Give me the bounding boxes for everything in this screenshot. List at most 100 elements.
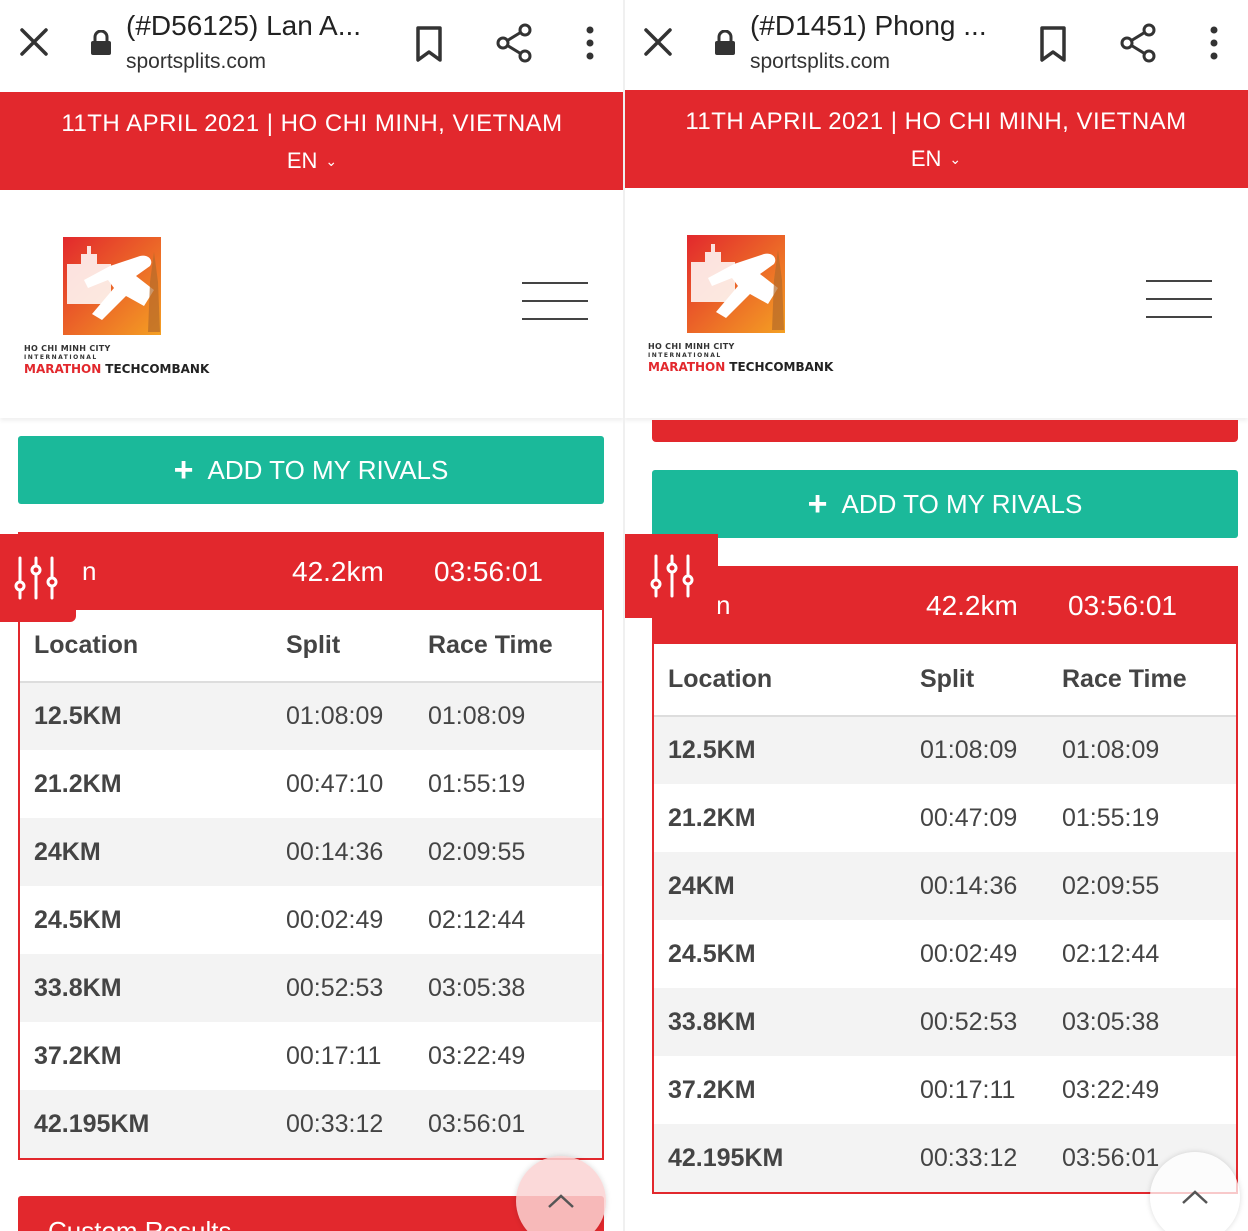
cell-split: 00:47:09 — [920, 803, 1018, 832]
cell-split: 00:02:49 — [286, 905, 384, 934]
runner-name-fragment: n — [82, 556, 97, 586]
lock-icon — [715, 30, 735, 55]
red-strip — [652, 420, 1238, 442]
table-row: 33.8KM 00:52:53 03:05:38 — [654, 988, 1236, 1056]
header-race-time[interactable]: Race Time — [428, 610, 602, 683]
splits-summary: n 42.2km 03:56:01 — [654, 568, 1236, 644]
tab-title: (#D1451) Phong ... — [750, 10, 987, 41]
runner-name-fragment: n — [716, 590, 731, 620]
cell-location: 21.2KM — [34, 769, 122, 798]
cell-split: 00:47:10 — [286, 769, 384, 798]
add-to-rivals-label: ADD TO MY RIVALS — [841, 489, 1083, 519]
chevron-up-icon — [1182, 1190, 1208, 1204]
cell-location: 24.5KM — [34, 905, 122, 934]
cell-split: 01:08:09 — [286, 682, 428, 750]
cell-location: 24.5KM — [668, 939, 756, 968]
cell-location: 24KM — [20, 818, 286, 886]
language-selector[interactable]: EN ⌄ — [0, 148, 624, 174]
race-distance: 42.2km — [926, 590, 1018, 621]
cell-location: 33.8KM — [654, 988, 920, 1056]
cell-location: 33.8KM — [20, 954, 286, 1022]
cell-race-time: 02:09:55 — [428, 818, 602, 886]
splits-table: Location Split Race Time 12.5KM 01:08:09 0… — [20, 610, 602, 1158]
browser-toolbar: (#D1451) Phong ... sportsplits.com — [624, 0, 1248, 92]
more-vert-icon[interactable] — [576, 24, 604, 62]
more-vert-icon[interactable] — [1200, 24, 1228, 62]
splits-summary: n 42.2km 03:56:01 — [20, 534, 602, 610]
site-header: HO CHI MINH CITY INTERNATIONAL MARATHON T… — [0, 190, 624, 418]
share-icon[interactable] — [494, 22, 534, 64]
cell-race-time: 02:09:55 — [1062, 852, 1236, 920]
bookmark-icon[interactable] — [412, 24, 446, 64]
cell-split: 00:17:11 — [286, 1041, 382, 1070]
logo-sponsor: TECHCOMBANK — [729, 360, 834, 374]
site-header: HO CHI MINH CITY INTERNATIONAL MARATHON T… — [624, 188, 1248, 418]
cell-location: 21.2KM — [668, 803, 756, 832]
event-date-location: 11TH APRIL 2021 | HO CHI MINH, VIETNAM — [61, 110, 563, 137]
cell-location: 42.195KM — [20, 1090, 286, 1158]
screenshot-left: (#D56125) Lan A... sportsplits.com 11TH … — [0, 0, 624, 1231]
table-row: 12.5KM 01:08:09 01:08:09 — [654, 716, 1236, 784]
bookmark-icon[interactable] — [1036, 24, 1070, 64]
language-label: EN — [286, 148, 318, 173]
url-text[interactable]: sportsplits.com — [750, 50, 890, 74]
cell-split: 00:33:12 — [286, 1090, 428, 1158]
logo-line-1: HO CHI MINH CITY — [24, 344, 111, 353]
chevron-down-icon: ⌄ — [325, 153, 338, 169]
table-header-row: Location Split Race Time — [20, 610, 602, 683]
url-text[interactable]: sportsplits.com — [126, 50, 266, 74]
table-row: 24KM 00:14:36 02:09:55 — [20, 818, 602, 886]
table-row: 21.2KM 00:47:09 01:55:19 — [654, 784, 1236, 852]
close-icon[interactable] — [638, 22, 678, 62]
plus-icon: + — [807, 485, 828, 523]
event-banner: 11TH APRIL 2021 | HO CHI MINH, VIETNAM E… — [0, 92, 624, 190]
race-distance: 42.2km — [292, 556, 384, 587]
logo-wordmark: HO CHI MINH CITY INTERNATIONAL MARATHON T… — [648, 342, 833, 374]
event-date-location: 11TH APRIL 2021 | HO CHI MINH, VIETNAM — [685, 108, 1187, 135]
table-row: 12.5KM 01:08:09 01:08:09 — [20, 682, 602, 750]
table-row: 37.2KM 00:17:11 03:22:49 — [654, 1056, 1236, 1124]
share-icon[interactable] — [1118, 22, 1158, 64]
add-to-rivals-button[interactable]: + ADD TO MY RIVALS — [18, 436, 604, 504]
header-split[interactable]: Split — [920, 644, 1062, 717]
cell-race-time: 03:22:49 — [428, 1041, 526, 1070]
logo-marathon: MARATHON — [24, 362, 102, 376]
lock-icon — [91, 30, 111, 55]
cell-split: 00:17:11 — [920, 1075, 1016, 1104]
filter-button[interactable] — [624, 534, 718, 618]
chevron-down-icon: ⌄ — [949, 151, 962, 167]
table-row: 21.2KM 00:47:10 01:55:19 — [20, 750, 602, 818]
cell-split: 01:08:09 — [920, 716, 1062, 784]
cell-race-time: 01:08:09 — [428, 682, 602, 750]
menu-icon[interactable] — [522, 282, 588, 320]
filter-button[interactable] — [0, 534, 76, 622]
cell-location: 12.5KM — [20, 682, 286, 750]
chevron-up-icon — [548, 1194, 574, 1208]
filter-sliders-icon — [650, 554, 694, 598]
cell-race-time: 03:05:38 — [1062, 988, 1236, 1056]
header-split[interactable]: Split — [286, 610, 428, 683]
add-to-rivals-button[interactable]: + ADD TO MY RIVALS — [652, 470, 1238, 538]
header-race-time[interactable]: Race Time — [1062, 644, 1236, 717]
menu-icon[interactable] — [1146, 280, 1212, 318]
table-row: 24.5KM 00:02:49 02:12:44 — [20, 886, 602, 954]
browser-toolbar: (#D56125) Lan A... sportsplits.com — [0, 0, 624, 92]
logo-wordmark: HO CHI MINH CITY INTERNATIONAL MARATHON T… — [24, 344, 209, 376]
logo-sponsor: TECHCOMBANK — [105, 362, 210, 376]
cell-split: 00:14:36 — [286, 818, 428, 886]
header-location[interactable]: Location — [654, 644, 920, 717]
cell-split: 00:52:53 — [286, 954, 428, 1022]
pane-divider — [623, 0, 625, 1231]
logo-line-1: HO CHI MINH CITY — [648, 342, 735, 351]
splits-table: Location Split Race Time 12.5KM 01:08:09 0… — [654, 644, 1236, 1192]
close-icon[interactable] — [14, 22, 54, 62]
tab-title: (#D56125) Lan A... — [126, 10, 362, 41]
cell-location: 37.2KM — [668, 1075, 756, 1104]
language-label: EN — [910, 146, 942, 171]
splits-card: n 42.2km 03:56:01 Location Split Race Ti… — [652, 566, 1238, 1194]
scroll-to-top-button[interactable] — [516, 1156, 606, 1231]
table-header-row: Location Split Race Time — [654, 644, 1236, 717]
cell-split: 00:52:53 — [920, 988, 1062, 1056]
event-banner: 11TH APRIL 2021 | HO CHI MINH, VIETNAM E… — [624, 90, 1248, 188]
language-selector[interactable]: EN ⌄ — [624, 146, 1248, 172]
